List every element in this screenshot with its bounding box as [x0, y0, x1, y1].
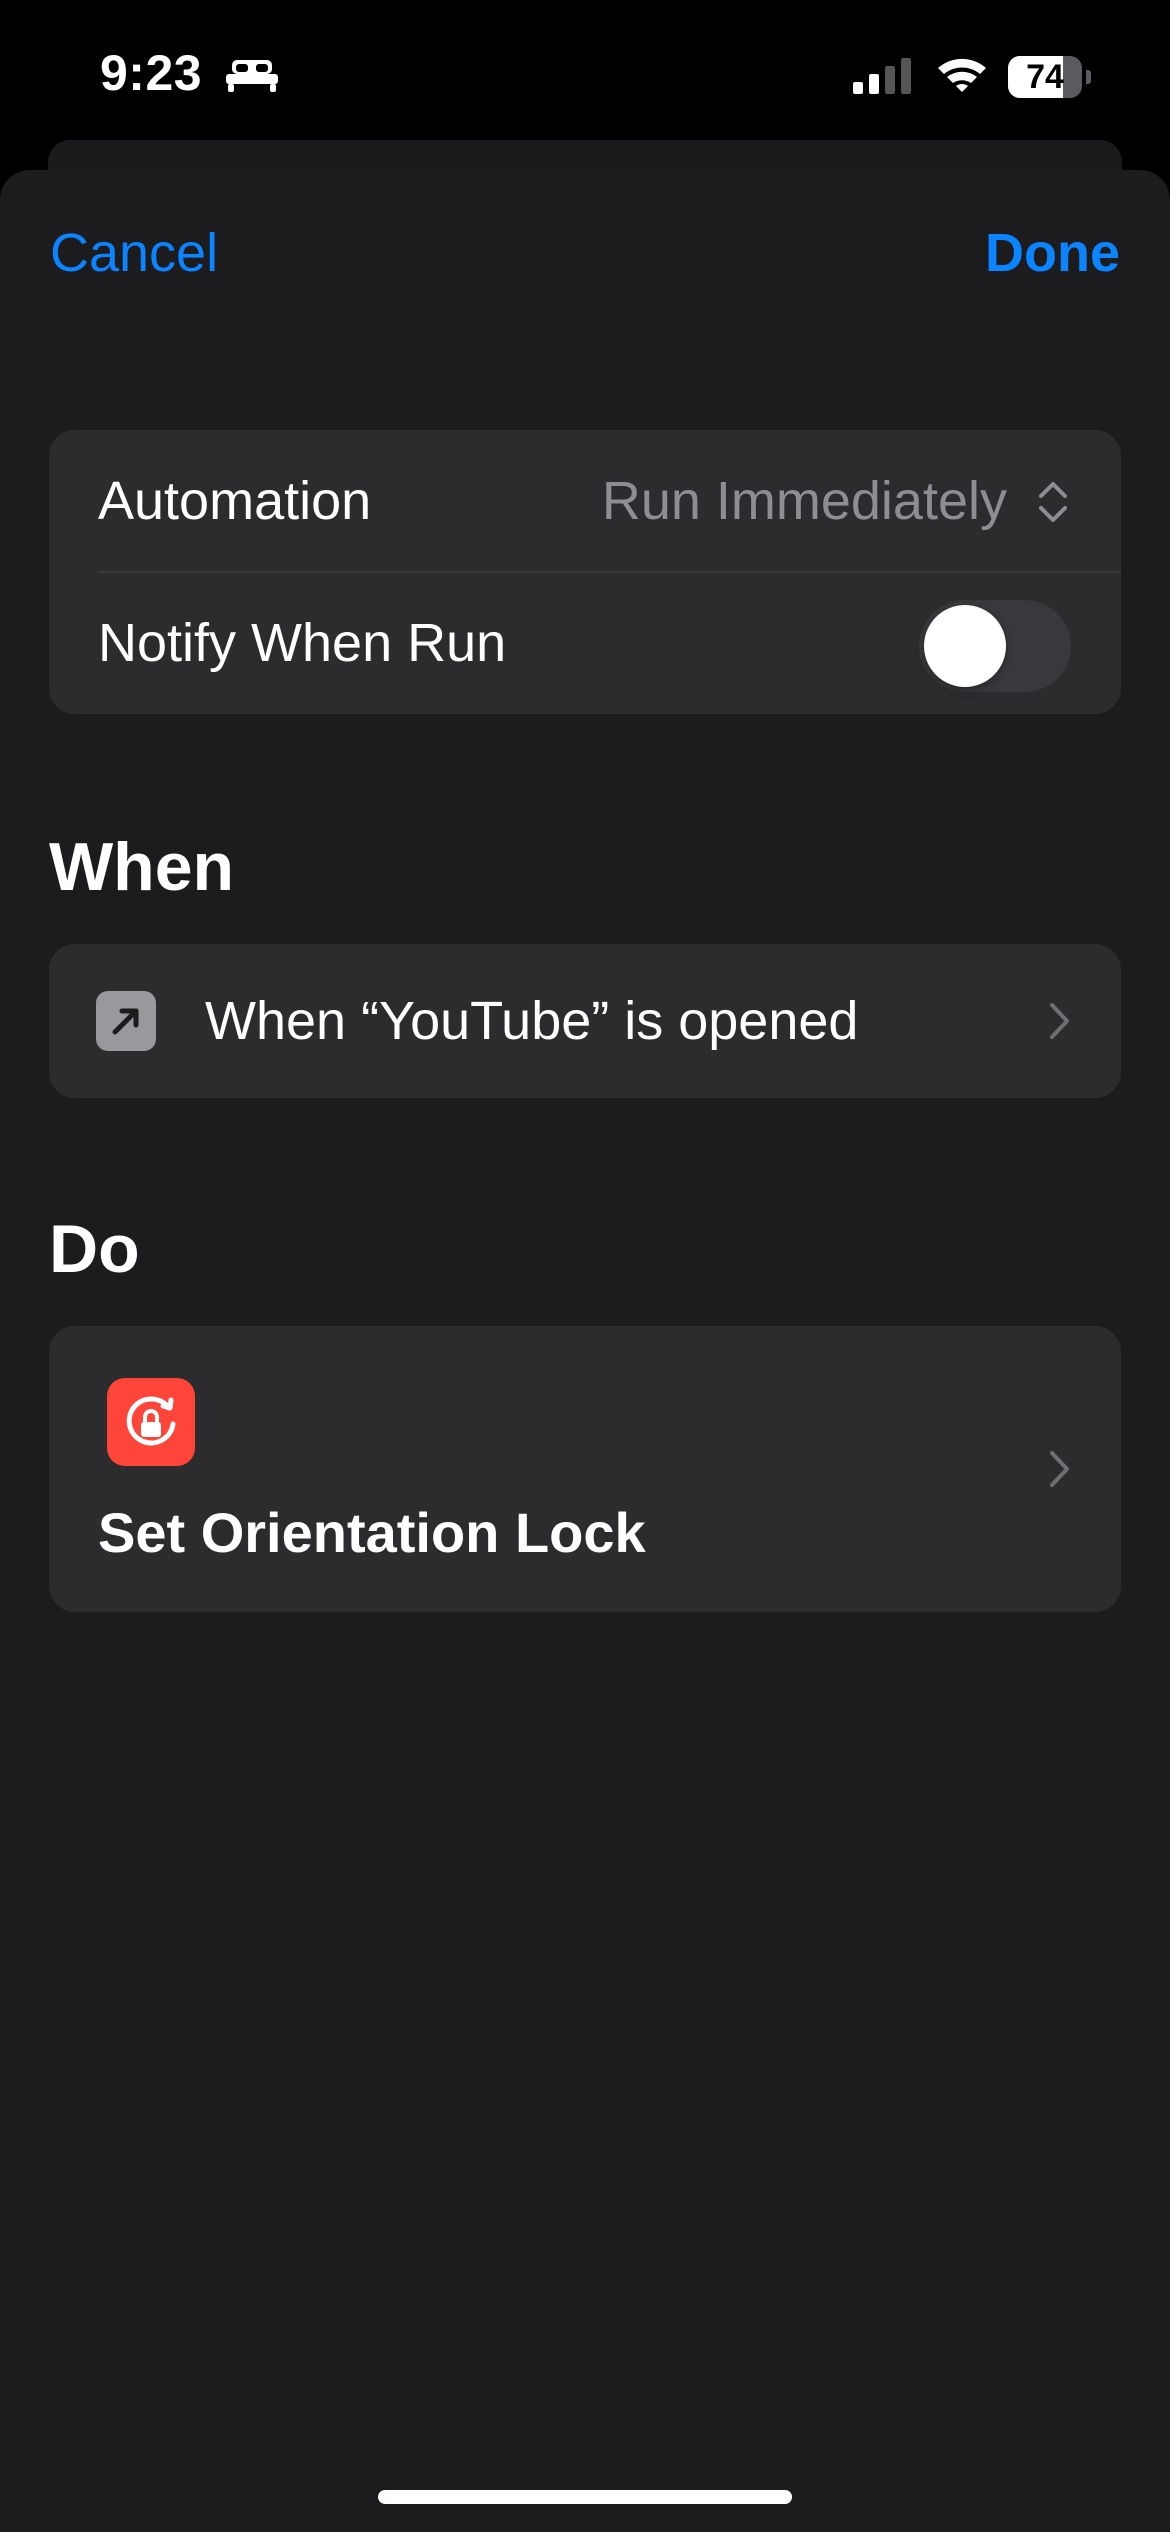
chevron-right-icon	[1050, 1003, 1069, 1039]
orientation-lock-icon	[107, 1378, 195, 1466]
when-trigger-label: When “YouTube” is opened	[205, 991, 859, 1051]
automation-label: Automation	[98, 471, 372, 531]
chevron-up-down-icon	[1039, 482, 1067, 522]
signal-icon	[853, 58, 911, 94]
app-open-arrow-icon	[96, 991, 156, 1051]
status-time: 9:23	[100, 45, 203, 101]
done-button[interactable]: Done	[985, 222, 1120, 284]
when-section-title: When	[49, 829, 235, 905]
automation-row[interactable]: Automation Run Immediately	[49, 430, 1121, 573]
notify-when-run-toggle[interactable]	[919, 600, 1071, 692]
notify-when-run-label: Notify When Run	[98, 613, 507, 673]
chevron-right-icon	[1050, 1451, 1069, 1487]
automation-settings-card: Automation Run Immediately Notify When R…	[49, 430, 1121, 714]
action-label: Set Orientation Lock	[98, 1501, 646, 1564]
battery-icon: 74	[1008, 56, 1091, 98]
bed-icon	[226, 60, 278, 92]
cancel-button[interactable]: Cancel	[50, 222, 218, 284]
toggle-knob	[924, 605, 1006, 687]
notify-when-run-row: Notify When Run	[49, 572, 1121, 714]
battery-cap	[1086, 70, 1091, 84]
when-trigger-row[interactable]: When “YouTube” is opened	[49, 944, 1121, 1098]
do-action-row[interactable]: Set Orientation Lock	[49, 1326, 1121, 1612]
status-bar: 9:23 74	[0, 0, 1170, 150]
wifi-icon	[938, 58, 986, 92]
battery-percentage: 74	[1026, 58, 1064, 96]
automation-value[interactable]: Run Immediately	[602, 430, 1007, 572]
do-section-title: Do	[49, 1211, 140, 1287]
home-indicator[interactable]	[378, 2490, 792, 2504]
